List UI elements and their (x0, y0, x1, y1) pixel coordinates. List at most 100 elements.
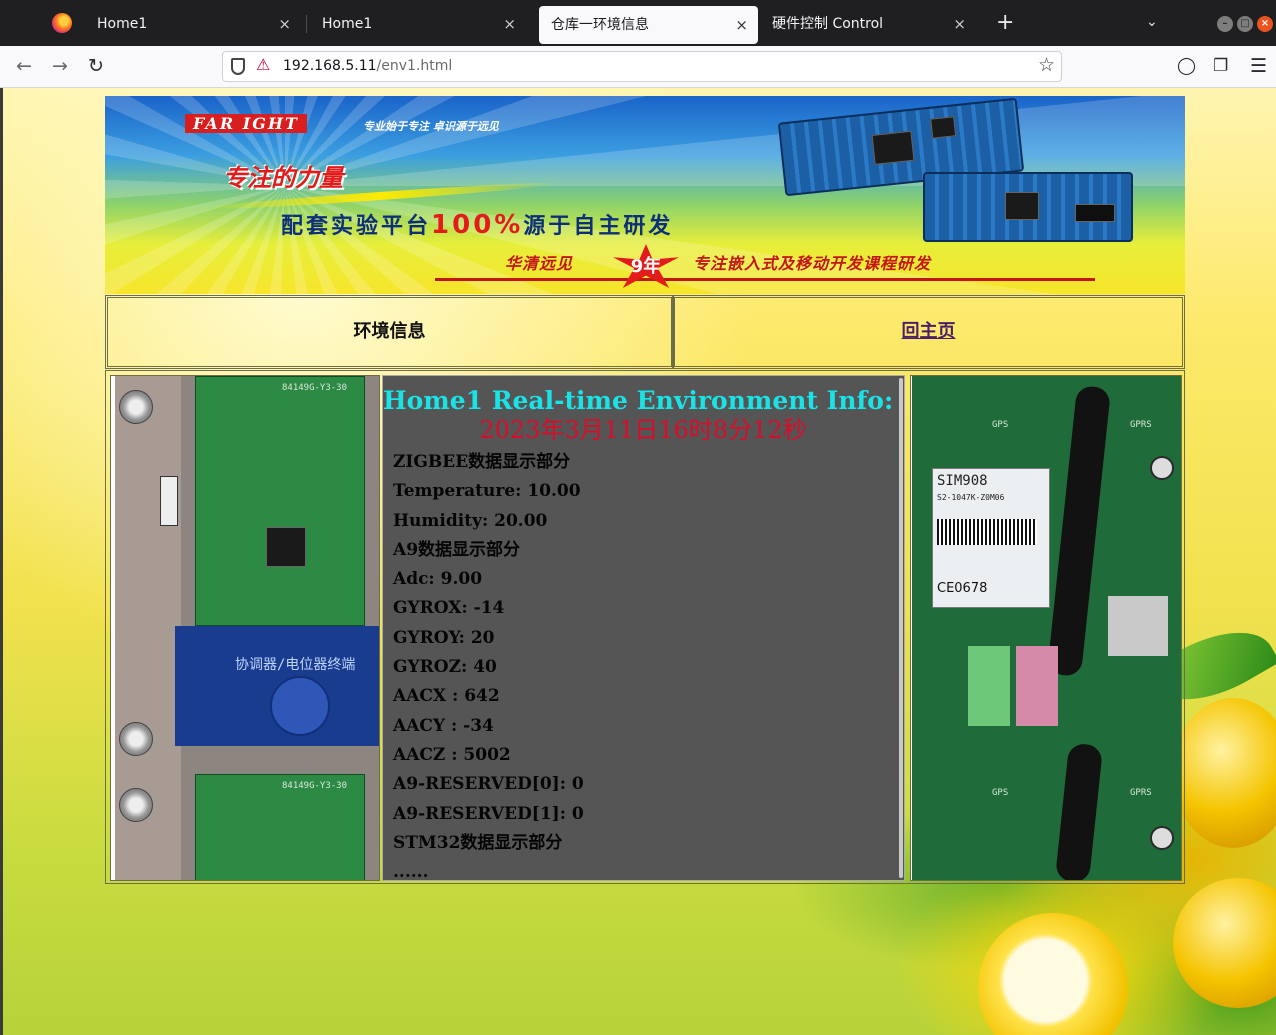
background-lemon-slice (978, 913, 1128, 1035)
url-path: /env1.html (376, 58, 453, 74)
pocket-icon[interactable]: ◯ (1177, 55, 1196, 77)
info-line: GYROZ: 40 (393, 657, 497, 678)
menu-icon[interactable]: ☰ (1250, 55, 1267, 77)
tab-home1-first[interactable]: Home1 × (85, 4, 301, 44)
background-lemon (1173, 878, 1276, 1008)
url-text[interactable]: 192.168.5.11/env1.html (283, 58, 452, 74)
home-link-cell: 回主页 (672, 295, 1185, 369)
board-chip (871, 130, 915, 165)
board-caption: 协调器/电位器终端 (235, 657, 356, 673)
board-code: 84149G-Y3-30 (282, 383, 348, 393)
tab-home1-second[interactable]: Home1 × (310, 4, 526, 44)
gps-label: GPS (992, 420, 1009, 430)
content-table: 84149G-Y3-30 协调器/电位器终端 84149G-Y3-30 Home… (105, 370, 1185, 884)
board-chip (1075, 204, 1115, 222)
background-lemon (1173, 698, 1276, 848)
info-line: ...... (393, 862, 429, 881)
blue-base: 协调器/电位器终端 (175, 626, 379, 746)
info-line: AACX : 642 (393, 686, 500, 707)
audio-jack-green (968, 646, 1010, 726)
screw (119, 390, 153, 424)
navigation-toolbar: ← → ↻ ⚠ 192.168.5.11/env1.html ☆ ◯ ❐ ☰ (0, 46, 1276, 88)
gsm-module-photo: SIM908 S2-1047K-Z0M06 CE0678 GPS GPRS (912, 376, 1181, 744)
ce-mark: CE0678 (937, 581, 988, 596)
board-code: 84149G-Y3-30 (282, 781, 348, 791)
antenna (1054, 744, 1104, 880)
module-name: SIM908 (937, 473, 988, 489)
info-line: Humidity: 20.00 (393, 510, 548, 531)
antenna (1046, 385, 1112, 677)
brand-logo: FAR IGHT (185, 114, 307, 133)
pcb: 84149G-Y3-30 (195, 376, 365, 626)
left-image-cell: 84149G-Y3-30 协调器/电位器终端 84149G-Y3-30 (110, 375, 380, 881)
minimize-icon[interactable]: – (1217, 16, 1233, 32)
pcb: 84149G-Y3-30 (195, 774, 365, 880)
tab-separator (306, 15, 307, 33)
potentiometer (270, 676, 330, 736)
board-chip (930, 116, 957, 139)
dev-board-image (923, 172, 1133, 242)
info-lines: ZIGBEE数据显示部分 Temperature: 10.00 Humidity: … (393, 448, 584, 881)
tab-title: 硬件控制 Control (772, 16, 884, 32)
zigbee-board-photo: 84149G-Y3-30 (115, 774, 379, 880)
new-tab-button[interactable]: + (996, 12, 1014, 34)
shield-icon[interactable] (231, 58, 245, 75)
info-line: A9数据显示部分 (393, 539, 521, 560)
platform-suffix: 源于自主研发 (523, 214, 674, 239)
window-close-icon[interactable]: × (1257, 16, 1273, 32)
reload-icon[interactable]: ↻ (88, 55, 104, 77)
switch (160, 476, 178, 526)
info-line: GYROY: 20 (393, 627, 495, 648)
extensions-icon[interactable]: ❐ (1213, 55, 1228, 77)
capacitor (1150, 826, 1174, 850)
maximize-icon[interactable]: □ (1237, 16, 1253, 32)
audio-jack-pink (1016, 646, 1058, 726)
address-bar[interactable]: ⚠ 192.168.5.11/env1.html ☆ (222, 51, 1062, 82)
env-info-heading: 环境信息 (105, 295, 674, 369)
info-line: AACZ : 5002 (393, 744, 511, 765)
banner-platform-text: 配套实验平台100%源于自主研发 (281, 208, 673, 240)
screw (119, 788, 153, 822)
tab-title: Home1 (97, 16, 148, 32)
environment-info-panel[interactable]: Home1 Real-time Environment Info: 2023年3… (382, 375, 905, 881)
close-icon[interactable]: × (953, 4, 966, 44)
info-line: ZIGBEE数据显示部分 (393, 452, 571, 472)
header-banner: FAR IGHT 专业始于专注 卓识源于远见 专注的力量 配套实验平台100%源… (105, 96, 1185, 294)
tab-hardware-control[interactable]: 硬件控制 Control × (760, 4, 976, 44)
close-icon[interactable]: × (278, 4, 291, 44)
firefox-icon[interactable] (52, 13, 72, 33)
forward-icon[interactable]: → (52, 55, 68, 77)
board-chip (266, 527, 306, 567)
tab-title: Home1 (322, 16, 373, 32)
board-chip (1005, 192, 1039, 220)
chevron-down-icon[interactable]: ⌄ (1146, 14, 1158, 30)
close-icon[interactable]: × (735, 6, 748, 44)
tab-bar: Home1 × Home1 × 仓库一环境信息 × 硬件控制 Control ×… (0, 0, 1276, 46)
tab-title: 仓库一环境信息 (551, 17, 649, 33)
info-line: Temperature: 10.00 (393, 481, 581, 502)
url-host: 192.168.5.11 (283, 58, 377, 74)
info-timestamp: 2023年3月11日16时8分12秒 (479, 416, 807, 444)
gps-label: GPS (992, 788, 1009, 798)
banner-headline: 专注的力量 (223, 164, 343, 192)
info-line: AACY : -34 (393, 715, 494, 736)
banner-red-line (435, 278, 1095, 281)
tab-env-info[interactable]: 仓库一环境信息 × (539, 6, 758, 44)
home-link[interactable]: 回主页 (902, 321, 956, 342)
close-icon[interactable]: × (503, 4, 516, 44)
insecure-lock-icon[interactable]: ⚠ (256, 55, 270, 74)
gprs-label: GPRS (1130, 788, 1152, 798)
banner-bottom-text: 华清远见 专注嵌入式及移动开发课程研发 (505, 250, 931, 274)
barcode (937, 519, 1037, 545)
platform-prefix: 配套实验平台 (281, 214, 432, 239)
sim-slot (1108, 596, 1168, 656)
info-line: Adc: 9.00 (393, 569, 483, 590)
info-line: GYROX: -14 (393, 598, 505, 619)
module-code: S2-1047K-Z0M06 (937, 493, 1005, 502)
screw (119, 722, 153, 756)
back-icon[interactable]: ← (16, 55, 32, 77)
zigbee-board-photo: 84149G-Y3-30 协调器/电位器终端 (115, 376, 379, 774)
info-title: Home1 Real-time Environment Info: (383, 386, 894, 415)
bookmark-star-icon[interactable]: ☆ (1038, 54, 1055, 76)
scrollbar[interactable] (899, 378, 903, 878)
